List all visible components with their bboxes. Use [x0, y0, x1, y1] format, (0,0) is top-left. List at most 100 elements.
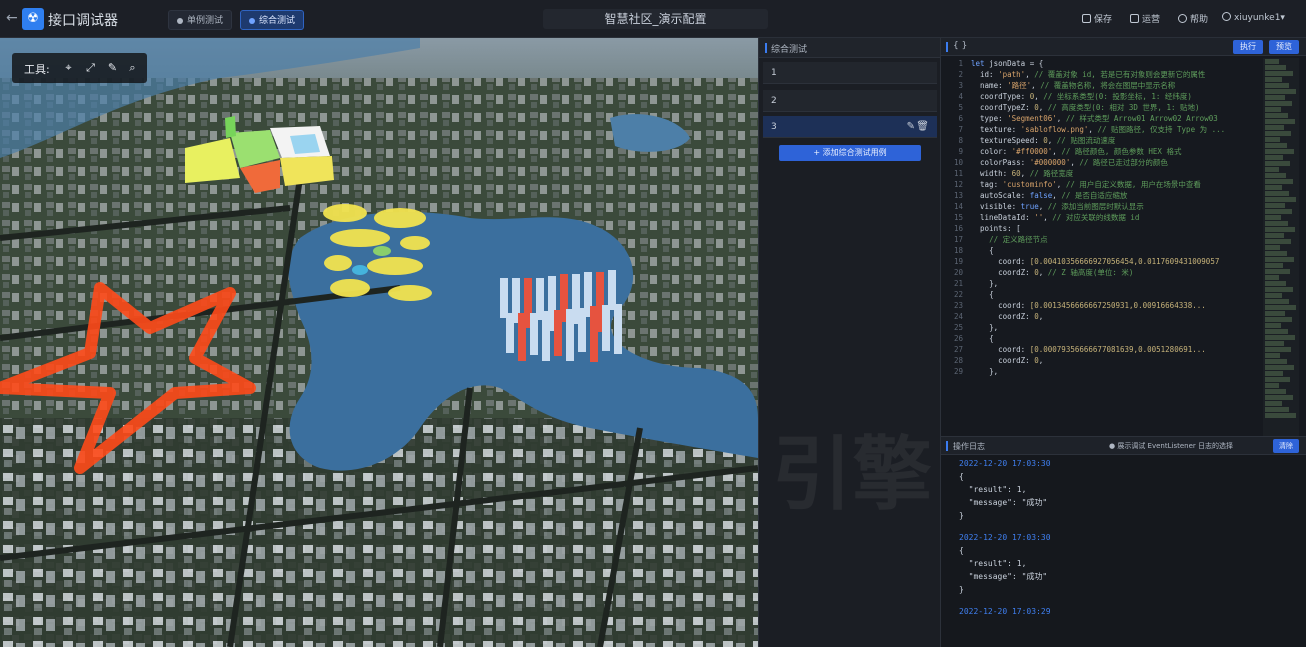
tab-single-test[interactable]: 单例测试 [168, 10, 233, 30]
log-line: "result": 1, [959, 485, 1027, 494]
code-line[interactable]: 22 { [941, 289, 1261, 300]
code-line[interactable]: 1 let jsonData = { [941, 58, 1261, 69]
log-hint[interactable]: ● 展示调试 EventListener 日志的选择 [1109, 441, 1233, 451]
log-body[interactable]: 2022-12-20 17:03:30 { "result": 1, "messa… [941, 457, 1306, 647]
edit-icon[interactable]: ✎ [907, 116, 915, 138]
line-content: coord: [0.00410356666927056454,0.0117609… [998, 257, 1220, 266]
minimap-row [1265, 359, 1287, 364]
minimap-row [1265, 317, 1292, 322]
code-line[interactable]: 27 coord: [0.00079356666677081639,0.0051… [941, 344, 1261, 355]
code-line[interactable]: 18 { [941, 245, 1261, 256]
delete-icon[interactable]: 🗑 [916, 116, 929, 138]
code-line[interactable]: 16 points: [ [941, 223, 1261, 234]
minimap-row [1265, 251, 1287, 256]
line-content: coord: [0.0013456666667250931,0.00916664… [998, 301, 1206, 310]
run-button[interactable]: 执行 [1233, 40, 1263, 54]
log-title: 操作日志 [953, 442, 985, 451]
line-content: texture: 'sabloflow.png', // 贴图路径, 仅支持 T… [980, 125, 1226, 134]
locate-icon[interactable]: ⌖ [62, 61, 75, 74]
code-line[interactable]: 11 width: 60, // 路径宽度 [941, 168, 1261, 179]
minimap-row [1265, 407, 1289, 412]
line-content: // 定义路径节点 [989, 235, 1048, 244]
minimap-row [1265, 59, 1279, 64]
preview-button[interactable]: 预览 [1269, 40, 1299, 54]
line-number: 3 [958, 81, 963, 90]
clear-log-button[interactable]: 清除 [1273, 439, 1299, 453]
line-content: points: [ [980, 224, 1021, 233]
code-line[interactable]: 3 name: '路径', // 覆盖物名称, 将会在图层中显示名称 [941, 80, 1261, 91]
search-icon[interactable]: ⌕ [126, 61, 139, 74]
minimap-row [1265, 65, 1286, 70]
app-window: ← ☢ 接口调试器 单例测试 综合测试 智慧社区_演示配置 保存 运营 帮助 x… [0, 0, 1306, 647]
line-content: textureSpeed: 0, // 贴图流动速度 [980, 136, 1116, 145]
code-editor[interactable]: { } 执行 预览 1 let jsonData = {2 id: 'path',… [940, 38, 1306, 436]
line-content: coord: [0.00079356666677081639,0.0051280… [998, 345, 1206, 354]
code-line[interactable]: 2 id: 'path', // 覆盖对象 id, 若是已有对象则会更新它的属性 [941, 69, 1261, 80]
code-line[interactable]: 24 coordZ: 0, [941, 311, 1261, 322]
code-line[interactable]: 14 visible: true, // 添加当前图层时默认显示 [941, 201, 1261, 212]
minimap-row [1265, 197, 1296, 202]
minimap-row [1265, 335, 1295, 340]
editor-title: { } [953, 41, 968, 51]
code-line[interactable]: 28 coordZ: 0, [941, 355, 1261, 366]
code-line[interactable]: 8 textureSpeed: 0, // 贴图流动速度 [941, 135, 1261, 146]
user-menu[interactable]: xiuyunke1▾ [1222, 12, 1285, 23]
tab-integrated-test[interactable]: 综合测试 [240, 10, 305, 30]
code-line[interactable]: 6 type: 'Segment06', // 样式类型 Arrow01 Arr… [941, 113, 1261, 124]
case-item-3[interactable]: 3 ✎ 🗑 [763, 116, 937, 138]
log-entry: 2022-12-20 17:03:30 { "result": 1, "messa… [941, 531, 1306, 596]
help-icon [1178, 14, 1187, 23]
3d-map-viewport[interactable]: 工具: ⌖ ⤢ ✎ ⌕ [0, 38, 758, 647]
code-line[interactable]: 26 { [941, 333, 1261, 344]
code-text[interactable]: 1 let jsonData = {2 id: 'path', // 覆盖对象 i… [941, 58, 1261, 436]
line-content: coordZ: 0, [998, 356, 1044, 365]
tab-label: 综合测试 [259, 16, 296, 26]
pen-icon[interactable]: ✎ [106, 61, 119, 74]
add-case-button[interactable]: + 添加综合测试用例 [779, 145, 921, 161]
line-number: 23 [953, 301, 963, 310]
settings-button[interactable]: 运营 [1130, 12, 1160, 25]
code-line[interactable]: 17 // 定义路径节点 [941, 234, 1261, 245]
minimap-row [1265, 239, 1291, 244]
log-header: 操作日志 ● 展示调试 EventListener 日志的选择 清除 [941, 437, 1306, 455]
code-line[interactable]: 4 coordType: 0, // 坐标系类型(0: 投影坐标, 1: 经纬度… [941, 91, 1261, 102]
save-icon [1082, 14, 1091, 23]
code-line[interactable]: 21 }, [941, 278, 1261, 289]
line-content: }, [989, 367, 999, 376]
log-line: { [959, 472, 964, 481]
code-line[interactable]: 10 colorPass: '#000000', // 路径已走过部分的颜色 [941, 157, 1261, 168]
code-line[interactable]: 25 }, [941, 322, 1261, 333]
minimap-row [1265, 209, 1292, 214]
code-line[interactable]: 7 texture: 'sabloflow.png', // 贴图路径, 仅支持… [941, 124, 1261, 135]
line-content: id: 'path', // 覆盖对象 id, 若是已有对象则会更新它的属性 [980, 70, 1206, 79]
case-item-2[interactable]: 2 [763, 90, 937, 112]
case-item-1[interactable]: 1 [763, 62, 937, 84]
minimap-row [1265, 293, 1282, 298]
save-button[interactable]: 保存 [1082, 12, 1112, 25]
help-button[interactable]: 帮助 [1178, 12, 1208, 25]
code-line[interactable]: 29 }, [941, 366, 1261, 377]
code-line[interactable]: 9 color: '#ff0000', // 路径颜色, 颜色参数 HEX 格式 [941, 146, 1261, 157]
line-number: 27 [953, 345, 963, 354]
accent-bar [946, 42, 948, 52]
code-line[interactable]: 15 lineDataId: '', // 对应关联的线数据 id [941, 212, 1261, 223]
code-line[interactable]: 19 coord: [0.00410356666927056454,0.0117… [941, 256, 1261, 267]
line-number: 9 [958, 147, 963, 156]
line-number: 11 [953, 169, 963, 178]
code-line[interactable]: 12 tag: 'custominfo', // 用户自定义数据, 用户在场景中… [941, 179, 1261, 190]
line-number: 24 [953, 312, 963, 321]
map-toolbar: 工具: ⌖ ⤢ ✎ ⌕ [12, 53, 147, 83]
fullscreen-icon[interactable]: ⤢ [84, 61, 97, 74]
code-line[interactable]: 13 autoScale: false, // 是否自适应缩放 [941, 190, 1261, 201]
code-minimap[interactable] [1263, 58, 1299, 436]
minimap-row [1265, 287, 1293, 292]
minimap-row [1265, 215, 1281, 220]
code-line[interactable]: 23 coord: [0.0013456666667250931,0.00916… [941, 300, 1261, 311]
back-arrow-icon[interactable]: ← [6, 10, 20, 28]
minimap-row [1265, 143, 1287, 148]
code-line[interactable]: 20 coordZ: 0, // Z 轴高度(单位: 米) [941, 267, 1261, 278]
line-number: 6 [958, 114, 963, 123]
line-content: autoScale: false, // 是否自适应缩放 [980, 191, 1128, 200]
accent-bar [765, 43, 767, 53]
code-line[interactable]: 5 coordTypeZ: 0, // 高度类型(0: 相对 3D 世界, 1:… [941, 102, 1261, 113]
